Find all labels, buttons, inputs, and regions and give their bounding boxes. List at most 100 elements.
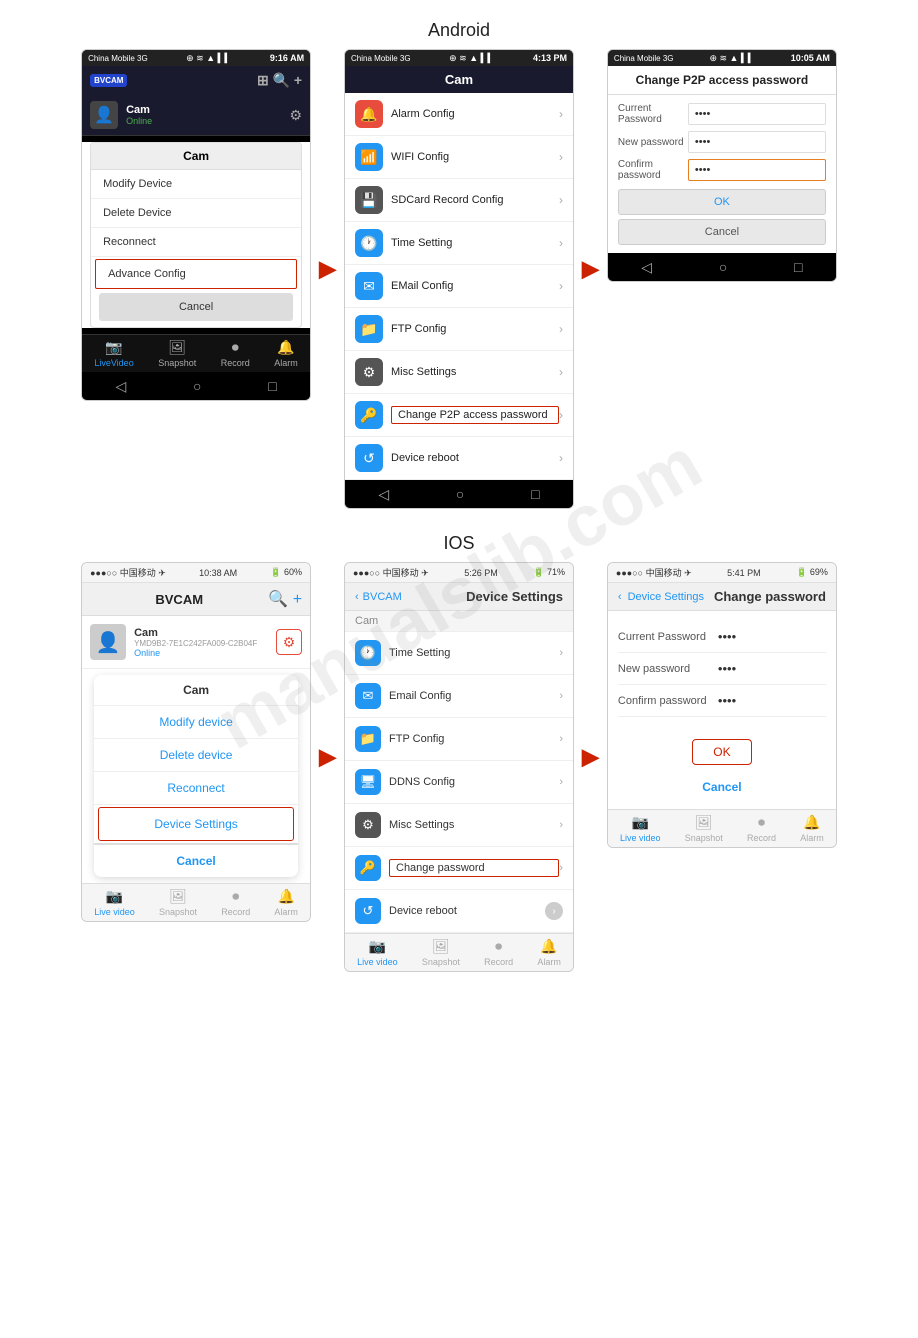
context-menu-item-advance[interactable]: Advance Config [95, 259, 297, 289]
ios-change-pw-title: Change password [714, 589, 826, 604]
ios-cam-row-1[interactable]: 👤 Cam YMD9B2-7E1C242FA009-C2B04F Online … [82, 616, 310, 669]
time-settings-icon: 🕐 [355, 229, 383, 257]
tab-record-1[interactable]: ⏺ Record [221, 339, 250, 368]
ios-tab-record-1[interactable]: ⏺ Record [221, 888, 250, 917]
arrow-2: ▶ [582, 256, 599, 282]
settings-item-wifi[interactable]: 📶 WIFI Config › [345, 136, 573, 179]
ios-alarm-icon-1: 🔔 [277, 888, 294, 905]
appbar-icons-1[interactable]: ⊞ 🔍 + [257, 72, 302, 89]
home-btn-1[interactable]: ○ [193, 378, 201, 394]
settings-item-reboot[interactable]: ↺ Device reboot › [345, 437, 573, 480]
misc-settings-label: Misc Settings [391, 366, 559, 378]
settings-item-misc[interactable]: ⚙ Misc Settings › [345, 351, 573, 394]
settings-item-p2p[interactable]: 🔑 Change P2P access password › [345, 394, 573, 437]
ios-settings-item-changepw[interactable]: 🔑 Change password › [345, 847, 573, 890]
ios-changepw-label: Change password [389, 859, 559, 877]
ios-new-pw-row: New password •••• [618, 653, 826, 685]
ios-settings-item-ftp[interactable]: 📁 FTP Config › [345, 718, 573, 761]
ios-context-cancel-1[interactable]: Cancel [94, 843, 298, 877]
recent-btn-3[interactable]: □ [794, 259, 802, 275]
ios-misc-label: Misc Settings [389, 819, 559, 831]
back-btn-3[interactable]: ◁ [641, 259, 652, 276]
ios-tab-snapshot-1[interactable]: 🖼 Snapshot [159, 888, 197, 917]
ios-statusbar-2: ●●●○○ 中国移动 ✈ 5:26 PM 🔋 71% [345, 563, 573, 583]
android-context-menu-1: Cam Modify Device Delete Device Reconnec… [82, 142, 310, 328]
current-pw-input[interactable]: •••• [688, 103, 826, 125]
ios-tab-record-2[interactable]: ⏺ Record [484, 938, 513, 967]
recent-btn-1[interactable]: □ [268, 378, 276, 394]
ios-current-pw-input[interactable]: •••• [718, 629, 826, 644]
cancel-button-android[interactable]: Cancel [618, 219, 826, 245]
ios-gear-btn-1[interactable]: ⚙ [276, 629, 302, 655]
context-menu-cancel-1[interactable]: Cancel [99, 293, 293, 321]
new-pw-input[interactable]: •••• [688, 131, 826, 153]
tab-snapshot-1[interactable]: 🖼 Snapshot [158, 339, 196, 368]
cam-gear-icon-1[interactable]: ⚙ [290, 107, 303, 124]
time-settings-label: Time Setting [391, 237, 559, 249]
ios-navicons-1[interactable]: 🔍 + [268, 589, 302, 609]
back-btn-1[interactable]: ◁ [115, 378, 126, 395]
settings-item-sdcard[interactable]: 💾 SDCard Record Config › [345, 179, 573, 222]
ios-livevideo-icon-3: 📷 [632, 814, 649, 831]
home-btn-2[interactable]: ○ [456, 486, 464, 502]
ios-tab-livevideo-3[interactable]: 📷 Live video [620, 814, 661, 843]
ios-reboot-chevron-btn[interactable]: › [545, 902, 563, 920]
ios-context-modify[interactable]: Modify device [94, 706, 298, 739]
ios-record-label-2: Record [484, 957, 513, 967]
snapshot-icon-1: 🖼 [168, 339, 186, 356]
settings-item-alarm[interactable]: 🔔 Alarm Config › [345, 93, 573, 136]
page: Android China Mobile 3G ⊕ ≋ ▲ ▍▍ 9:16 AM… [0, 0, 918, 1016]
ios-tab-snapshot-2[interactable]: 🖼 Snapshot [422, 938, 460, 967]
ios-settings-item-time[interactable]: 🕐 Time Setting › [345, 632, 573, 675]
ios-context-reconnect[interactable]: Reconnect [94, 772, 298, 805]
ftp-settings-label: FTP Config [391, 323, 559, 335]
settings-item-ftp[interactable]: 📁 FTP Config › [345, 308, 573, 351]
misc-settings-icon: ⚙ [355, 358, 383, 386]
email-chevron-icon: › [559, 279, 563, 293]
ios-tab-livevideo-1[interactable]: 📷 Live video [94, 888, 135, 917]
android-screen-2: China Mobile 3G ⊕ ≋ ▲ ▍▍ 4:13 PM Cam 🔔 A… [344, 49, 574, 509]
ios-bottombar-3: 📷 Live video 🖼 Snapshot ⏺ Record 🔔 Alarm [608, 809, 836, 847]
ios-settings-item-misc[interactable]: ⚙ Misc Settings › [345, 804, 573, 847]
ios-settings-item-ddns[interactable]: 🖥 DDNS Config › [345, 761, 573, 804]
cam-list-item-1[interactable]: 👤 Cam Online ⚙ [82, 95, 310, 136]
ios-snapshot-icon-3: 🖼 [695, 814, 713, 831]
recent-btn-2[interactable]: □ [531, 486, 539, 502]
context-menu-item-modify[interactable]: Modify Device [91, 170, 301, 199]
context-menu-item-reconnect[interactable]: Reconnect [91, 228, 301, 257]
cam-avatar-1: 👤 [90, 101, 118, 129]
ios-context-device-settings[interactable]: Device Settings [98, 807, 294, 841]
ios-record-icon-3: ⏺ [758, 814, 765, 831]
home-btn-3[interactable]: ○ [719, 259, 727, 275]
confirm-pw-input[interactable]: •••• [688, 159, 826, 181]
tab-livevideo-1[interactable]: 📷 LiveVideo [94, 339, 133, 368]
ios-settings-item-email[interactable]: ✉ Email Config › [345, 675, 573, 718]
settings-item-email[interactable]: ✉ EMail Config › [345, 265, 573, 308]
ok-button-ios[interactable]: OK [692, 739, 752, 765]
android-navbar-3: ◁ ○ □ [608, 253, 836, 281]
android-screen-3: China Mobile 3G ⊕ ≋ ▲ ▍▍ 10:05 AM Change… [607, 49, 837, 282]
ios-tab-livevideo-2[interactable]: 📷 Live video [357, 938, 398, 967]
ios-tab-alarm-1[interactable]: 🔔 Alarm [274, 888, 298, 917]
context-menu-item-delete[interactable]: Delete Device [91, 199, 301, 228]
ios-confirm-pw-row: Confirm password •••• [618, 685, 826, 717]
back-btn-2[interactable]: ◁ [378, 486, 389, 503]
ios-navback-2[interactable]: ‹ [355, 591, 359, 603]
ios-new-pw-input[interactable]: •••• [718, 661, 826, 676]
ios-settings-item-reboot[interactable]: ↺ Device reboot › [345, 890, 573, 933]
ios-confirm-pw-input[interactable]: •••• [718, 693, 826, 708]
ios-pw-navback-3[interactable]: ‹ [618, 591, 622, 603]
statusbar-icons-3: ⊕ ≋ ▲ ▍▍ [709, 53, 754, 64]
cancel-button-ios[interactable]: Cancel [697, 775, 746, 799]
sdcard-settings-icon: 💾 [355, 186, 383, 214]
ios-tab-alarm-2[interactable]: 🔔 Alarm [537, 938, 561, 967]
tab-alarm-1[interactable]: 🔔 Alarm [274, 339, 298, 368]
ios-tab-alarm-3[interactable]: 🔔 Alarm [800, 814, 824, 843]
ios-tab-record-3[interactable]: ⏺ Record [747, 814, 776, 843]
email-settings-icon: ✉ [355, 272, 383, 300]
ios-context-delete[interactable]: Delete device [94, 739, 298, 772]
ok-button-android[interactable]: OK [618, 189, 826, 215]
tab-livevideo-label-1: LiveVideo [94, 358, 133, 368]
settings-item-time[interactable]: 🕐 Time Setting › [345, 222, 573, 265]
ios-tab-snapshot-3[interactable]: 🖼 Snapshot [685, 814, 723, 843]
